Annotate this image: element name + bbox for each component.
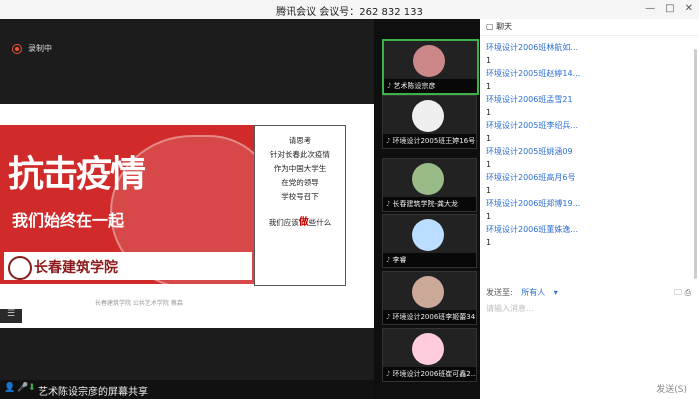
recording-label: 录制中 [28,44,52,53]
participant-tile[interactable]: ♪ 环境设计2006班李姬蕾34 [382,271,477,325]
send-to-row: 发送至: 所有人 ▾ [486,287,558,298]
title-bar: 腾讯会议 会议号：262 832 133 — □ ✕ [0,0,699,20]
slide-question-box: 请思考 针对长春此次疫情 作为中国大学生 在党的领导 学校号召下 我们应该做些什… [254,125,346,286]
microphone-icon: ♪ [386,256,391,264]
chat-message-list: 环境设计2006班林航如... 1 环境设计2005班赵婷14... 1 环境设计2… [486,41,686,249]
user-icon: 👤 [4,383,16,393]
chat-message: 环境设计2006班董姝逸... 1 [486,225,578,247]
chat-scrollbar[interactable] [694,49,697,279]
avatar [412,219,444,251]
shared-screen-area: 录制中 抗击疫情 我们始终在一起 长春建筑学院 请思考 针对长春此次疫情 作为中… [0,19,374,399]
folder-icon[interactable]: 🗀 [674,288,682,297]
chat-message: 环境设计2005班李绍兵... 1 [486,121,578,143]
chat-input[interactable]: 请输入消息... [486,303,534,314]
poster-image: 抗击疫情 我们始终在一起 长春建筑学院 [0,125,254,284]
minimize-button[interactable]: — [645,3,655,14]
send-to-select[interactable]: 所有人 [521,288,545,297]
participant-tile[interactable]: ♪ 环境设计2005班王婷16号 [382,95,477,149]
microphone-icon: ♪ [386,137,391,145]
chevron-down-icon[interactable]: ▾ [554,288,558,297]
chat-title: 聊天 [496,22,513,31]
participant-tile[interactable]: ♪ 艺术陈设宗彦 [382,39,479,95]
avatar [413,45,445,77]
chat-header: ▢ 聊天 [480,19,699,36]
chat-panel: ▢ 聊天 环境设计2006班林航如... 1 环境设计2005班赵婷14... 1 … [480,19,699,399]
chat-message: 环境设计2005班赵婷14... 1 [486,69,581,91]
chat-message: 环境设计2006班孟雪21 1 [486,95,573,117]
chat-tools: 🗀 ⎙ [674,287,691,301]
microphone-icon: ♪ [386,200,391,208]
chat-icon: ▢ [486,22,494,31]
emphasis-text: 做 [298,217,309,228]
microphone-icon: ♪ [387,82,392,90]
participant-tile[interactable]: ♪ 长春建筑学院-龚大龙 [382,158,477,212]
microphone-icon[interactable]: 🎤 [17,383,28,393]
poster-subtitle: 我们始终在一起 [12,211,125,230]
avatar [412,276,444,308]
question-final: 我们应该做些什么 [268,217,332,228]
screen-share-bar: 👤 🎤 ⬇ 艺术陈设宗彦的屏幕共享 [0,380,374,399]
screenshot-icon[interactable]: ⎙ [685,288,691,297]
chat-message: 环境设计2006班林航如... 1 [486,43,578,65]
participant-tile[interactable]: ♪ 环境设计2006班崔可鑫2... [382,328,477,382]
window-title: 腾讯会议 会议号：262 832 133 [276,7,423,18]
school-logo: 长春建筑学院 [4,252,252,280]
microphone-icon: ♪ [386,313,391,321]
maximize-button[interactable]: □ [665,3,674,14]
recording-indicator[interactable]: 录制中 [12,43,52,54]
close-button[interactable]: ✕ [685,3,693,14]
share-label: 艺术陈设宗彦的屏幕共享 [38,387,148,398]
window-controls: — □ ✕ [645,3,693,14]
record-icon [12,43,22,54]
question-line: 作为中国大学生 [273,164,327,173]
question-line: 在党的领导 [281,178,319,187]
avatar [412,163,444,195]
chat-message: 环境设计2006班郑博19... 1 [486,199,581,221]
question-line: 请思考 [288,136,312,145]
download-icon: ⬇ [28,383,36,393]
school-logo-name: 长春建筑学院 [34,260,118,276]
slide-footer: 长春建筑学院 公共艺术学院 蔡森 [95,300,183,307]
chat-message: 环境设计2005班姚涵09 1 [486,147,573,169]
microphone-icon: ♪ [386,370,391,378]
send-button[interactable]: 发送(S) [656,382,687,395]
menu-icon[interactable]: ☰ [0,309,22,323]
avatar [412,333,444,365]
send-to-label: 发送至: [486,288,513,297]
presentation-slide: 抗击疫情 我们始终在一起 长春建筑学院 请思考 针对长春此次疫情 作为中国大学生… [0,104,374,328]
avatar [412,100,444,132]
participant-tile[interactable]: ♪ 李睿 [382,214,477,268]
chat-message: 环境设计2006班高月6号 1 [486,173,576,195]
participant-video-list: ♪ 艺术陈设宗彦 ♪ 环境设计2005班王婷16号 ♪ 长春建筑学院-龚大龙 ♪ 李睿 … [374,19,480,399]
question-line: 针对长春此次疫情 [270,150,330,159]
school-seal-icon [8,256,32,280]
poster-title: 抗击疫情 [8,153,146,195]
question-line: 学校号召下 [281,192,319,201]
